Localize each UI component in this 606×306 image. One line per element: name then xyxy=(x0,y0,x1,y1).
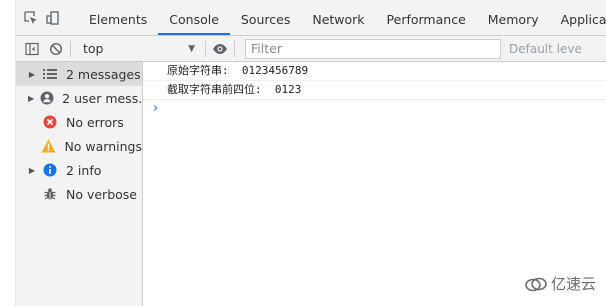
dropdown-arrow-icon: ▼ xyxy=(188,43,195,54)
sidebar-item-info[interactable]: ▶ 2 info xyxy=(16,158,142,182)
user-icon xyxy=(40,90,54,106)
filter-placeholder: Filter xyxy=(251,41,282,56)
tab-sources[interactable]: Sources xyxy=(230,0,301,35)
watermark-text: 亿速云 xyxy=(550,275,596,293)
list-icon xyxy=(42,66,58,82)
console-output: 原始字符串: 0123456789 截取字符串前四位: 0123 › xyxy=(143,62,606,306)
error-icon xyxy=(42,114,58,130)
info-icon xyxy=(42,162,58,178)
sidebar-item-messages[interactable]: ▶ 2 messages xyxy=(16,62,142,86)
console-toolbar: top ▼ Filter Default leve xyxy=(16,36,606,62)
expand-arrow-icon[interactable]: ▶ xyxy=(28,94,34,103)
filter-input[interactable]: Filter xyxy=(245,38,501,59)
context-selector[interactable]: top ▼ xyxy=(77,39,199,59)
tab-network[interactable]: Network xyxy=(301,0,375,35)
tab-performance[interactable]: Performance xyxy=(376,0,477,35)
sidebar-toggle-icon[interactable] xyxy=(24,41,40,57)
sidebar-item-errors[interactable]: No errors xyxy=(16,110,142,134)
console-sidebar: ▶ 2 messages ▶ 2 user mess... No errors … xyxy=(16,62,143,306)
clear-console-icon[interactable] xyxy=(48,41,64,57)
expand-arrow-icon[interactable]: ▶ xyxy=(28,166,36,175)
left-gutter xyxy=(0,0,16,306)
sidebar-item-label: 2 info xyxy=(66,162,102,178)
sidebar-item-label: No errors xyxy=(66,114,124,130)
inspect-element-icon[interactable] xyxy=(24,10,38,26)
tab-memory[interactable]: Memory xyxy=(477,0,550,35)
tab-elements[interactable]: Elements xyxy=(78,0,158,35)
sidebar-item-warnings[interactable]: No warnings xyxy=(16,134,142,158)
devtools-tabbar: Elements Console Sources Network Perform… xyxy=(16,0,606,36)
sidebar-item-label: No verbose xyxy=(66,186,137,202)
sidebar-item-verbose[interactable]: No verbose xyxy=(16,182,142,206)
watermark: 亿速云 xyxy=(524,273,596,294)
warning-icon xyxy=(41,138,56,154)
sidebar-item-label: No warnings xyxy=(64,138,142,154)
divider xyxy=(205,40,206,57)
eye-icon[interactable] xyxy=(212,41,228,57)
sidebar-item-user-messages[interactable]: ▶ 2 user mess... xyxy=(16,86,142,110)
tab-console[interactable]: Console xyxy=(158,0,230,35)
device-toolbar-icon[interactable] xyxy=(46,10,60,26)
divider xyxy=(70,40,71,57)
bug-icon xyxy=(42,186,58,202)
context-label: top xyxy=(83,41,104,56)
log-levels-dropdown[interactable]: Default leve xyxy=(509,42,582,56)
expand-arrow-icon[interactable]: ▶ xyxy=(28,70,36,79)
console-log-line: 截取字符串前四位: 0123 xyxy=(143,81,606,100)
yisu-logo-icon xyxy=(524,276,548,292)
console-log-line: 原始字符串: 0123456789 xyxy=(143,62,606,81)
sidebar-item-label: 2 user mess... xyxy=(62,90,142,106)
tab-application[interactable]: Application xyxy=(550,0,606,35)
divider xyxy=(234,40,235,57)
console-prompt[interactable]: › xyxy=(143,100,606,118)
sidebar-item-label: 2 messages xyxy=(66,66,141,82)
